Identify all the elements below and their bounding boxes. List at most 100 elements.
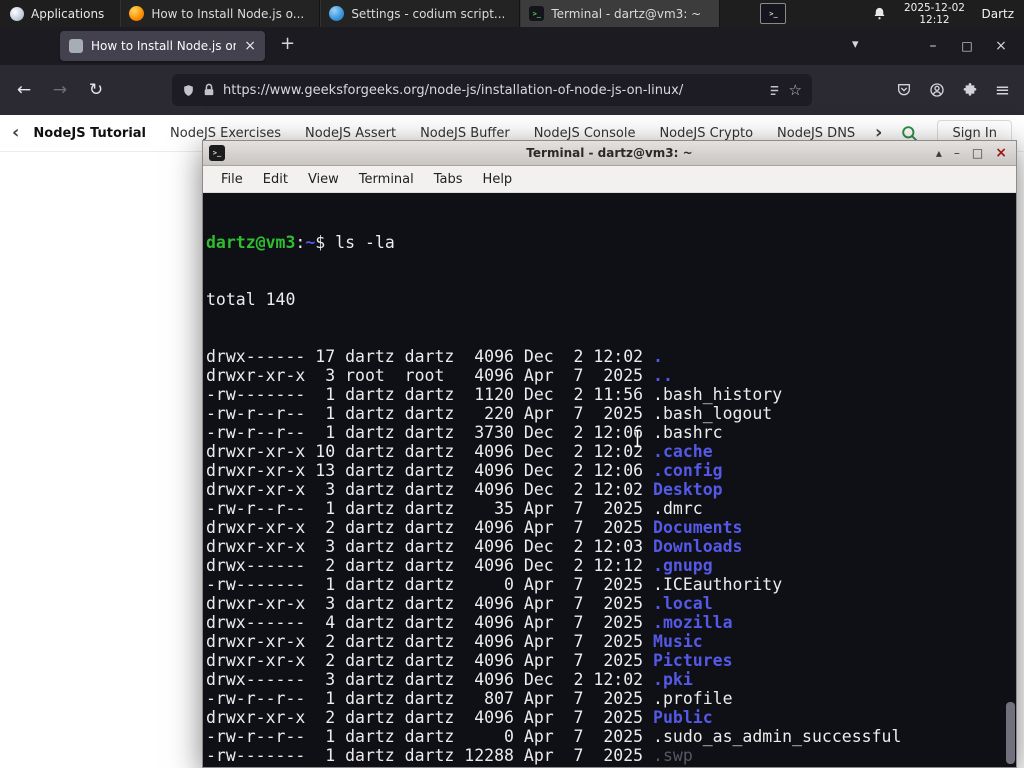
file-name: .pki <box>653 670 693 689</box>
tab-close-icon[interactable]: × <box>244 38 256 54</box>
terminal-listing-line: drwxr-xr-x 2 dartz dartz 4096 Apr 7 2025… <box>206 632 703 651</box>
terminal-listing-line: -rw------- 1 dartz dartz 0 Apr 7 2025 .I… <box>206 575 783 594</box>
gfg-nav-link[interactable]: NodeJS Crypto <box>659 126 753 141</box>
file-name: Pictures <box>653 651 733 670</box>
bookmark-star-icon[interactable]: ☆ <box>789 81 802 99</box>
file-name: .bash_history <box>653 385 783 404</box>
gfg-nav-link[interactable]: NodeJS Exercises <box>170 126 281 141</box>
terminal-scrollbar[interactable] <box>1004 193 1016 767</box>
url-text: https://www.geeksforgeeks.org/node-js/in… <box>223 82 684 98</box>
file-name: Music <box>653 632 703 651</box>
terminal-listing-line: drwxr-xr-x 10 dartz dartz 4096 Dec 2 12:… <box>206 442 713 461</box>
file-name: .config <box>653 461 723 480</box>
file-name: .mozilla <box>653 613 733 632</box>
terminal-listing-line: drwx------ 4 dartz dartz 4096 Apr 7 2025… <box>206 613 733 632</box>
clock[interactable]: 2025-12-02 12:12 <box>901 2 967 26</box>
terminal-menu-tabs[interactable]: Tabs <box>424 172 473 187</box>
pocket-icon[interactable] <box>896 82 912 98</box>
terminal-listing-line: -rw-r--r-- 1 dartz dartz 35 Apr 7 2025 .… <box>206 499 703 518</box>
taskbar-button-label: Settings - codium script... <box>351 6 506 21</box>
terminal-listing-line: drwxr-xr-x 3 root root 4096 Apr 7 2025 .… <box>206 366 673 385</box>
file-name: .bashrc <box>653 423 723 442</box>
prompt-symbol: $ <box>315 233 336 252</box>
terminal-maximize-button[interactable]: □ <box>972 147 983 159</box>
file-name: .sudo_as_admin_successful <box>653 727 902 746</box>
terminal-menu-edit[interactable]: Edit <box>253 172 298 187</box>
terminal-body[interactable]: dartz@vm3:~$ ls -la total 140 drwx------… <box>203 193 1016 767</box>
taskbar-button-codium[interactable]: Settings - codium script... <box>320 0 521 27</box>
desktop: Applications How to Install Node.js o...… <box>0 0 1024 768</box>
file-name: Desktop <box>653 480 723 499</box>
extensions-puzzle-icon[interactable] <box>962 82 978 98</box>
browser-close-button[interactable]: × <box>984 38 1018 54</box>
terminal-output: drwx------ 17 dartz dartz 4096 Dec 2 12:… <box>206 347 1016 767</box>
forward-button[interactable]: → <box>44 74 76 106</box>
prompt-user-host: dartz@vm3 <box>206 233 296 252</box>
command-text: ls -la <box>335 233 395 252</box>
file-name: .profile <box>653 689 733 708</box>
file-name: . <box>653 347 663 366</box>
terminal-listing-line: -rw-r--r-- 1 dartz dartz 3730 Dec 2 12:0… <box>206 423 723 442</box>
prompt-separator: : <box>295 233 306 252</box>
user-menu[interactable]: Dartz <box>981 7 1014 21</box>
gfg-nav-link[interactable]: NodeJS DNS <box>777 126 855 141</box>
prompt-path: ~ <box>305 233 316 252</box>
taskbar-button-firefox[interactable]: How to Install Node.js o... <box>120 0 321 27</box>
file-name: .gnupg <box>653 556 713 575</box>
terminal-menu-view[interactable]: View <box>298 172 349 187</box>
applications-menu-button[interactable]: Applications <box>0 0 114 27</box>
gfg-nav-link[interactable]: NodeJS Assert <box>305 126 396 141</box>
hamburger-menu-icon[interactable]: ≡ <box>995 80 1010 101</box>
taskbar: How to Install Node.js o... Settings - co… <box>120 0 721 27</box>
terminal-listing-line: drwxr-xr-x 3 dartz dartz 4096 Dec 2 12:0… <box>206 480 723 499</box>
gfg-nav-link[interactable]: NodeJS Console <box>534 126 636 141</box>
terminal-listing-line: -rw-r--r-- 1 dartz dartz 807 Apr 7 2025 … <box>206 689 733 708</box>
terminal-window-icon: >_ <box>209 145 225 161</box>
terminal-listing-line: drwx------ 2 dartz dartz 4096 Dec 2 12:1… <box>206 556 713 575</box>
lock-icon[interactable] <box>203 83 215 97</box>
nav-scroll-left-icon[interactable]: ‹ <box>12 124 19 142</box>
terminal-minimize-button[interactable]: – <box>954 147 960 159</box>
terminal-listing-line: drwx------ 17 dartz dartz 4096 Dec 2 12:… <box>206 347 663 366</box>
terminal-menu-terminal[interactable]: Terminal <box>349 172 424 187</box>
terminal-listing-line: drwxr-xr-x 3 dartz dartz 4096 Dec 2 12:0… <box>206 537 743 556</box>
terminal-shade-button[interactable]: ▴ <box>936 147 942 159</box>
terminal-glyph-icon: >_ <box>769 9 778 18</box>
terminal-listing-line: drwxr-xr-x 2 dartz dartz 4096 Apr 7 2025… <box>206 518 743 537</box>
new-tab-button[interactable]: + <box>280 33 295 54</box>
tab-title: How to Install Node.js on <box>91 39 237 53</box>
terminal-titlebar[interactable]: >_ Terminal - dartz@vm3: ~ ▴ – □ × <box>203 141 1016 166</box>
url-bar[interactable]: https://www.geeksforgeeks.org/node-js/in… <box>172 74 812 106</box>
file-name: .. <box>653 366 673 385</box>
gfg-nav-link[interactable]: NodeJS Buffer <box>420 126 510 141</box>
file-name: .cache <box>653 442 713 461</box>
terminal-listing-line: -rw-r--r-- 1 dartz dartz 220 Apr 7 2025 … <box>206 404 773 423</box>
terminal-scrollbar-thumb[interactable] <box>1006 702 1015 764</box>
terminal-close-button[interactable]: × <box>995 146 1007 160</box>
xfce-panel: Applications How to Install Node.js o...… <box>0 0 1024 27</box>
notifications-bell-icon[interactable] <box>872 6 887 21</box>
tray-terminal-icon[interactable]: >_ <box>760 3 787 24</box>
tab-favicon <box>69 39 83 53</box>
file-name: .swp <box>653 746 693 765</box>
file-name: Documents <box>653 518 743 537</box>
account-icon[interactable] <box>929 82 945 98</box>
list-all-tabs-icon[interactable]: ▾ <box>852 37 859 52</box>
terminal-listing-line: drwxr-xr-x 2 dartz dartz 4096 Apr 7 2025… <box>206 708 713 727</box>
reload-button[interactable]: ↻ <box>80 74 112 106</box>
terminal-listing-line: -rw------- 1 dartz dartz 1120 Dec 2 11:5… <box>206 385 783 404</box>
browser-tab[interactable]: How to Install Node.js on × <box>60 31 265 61</box>
terminal-listing-line: -rw------- 1 dartz dartz 12288 Apr 7 202… <box>206 746 693 765</box>
reader-mode-icon[interactable] <box>768 84 781 97</box>
browser-minimize-button[interactable]: – <box>916 38 950 54</box>
browser-maximize-button[interactable]: □ <box>950 39 984 53</box>
file-name: .dmrc <box>653 499 703 518</box>
mouse-cursor-ibeam <box>634 428 641 449</box>
terminal-menu-file[interactable]: File <box>211 172 253 187</box>
tracking-shield-icon[interactable] <box>182 83 195 98</box>
terminal-listing-line: drwxr-xr-x 2 dartz dartz 4096 Apr 7 2025… <box>206 651 733 670</box>
terminal-menu-help[interactable]: Help <box>473 172 523 187</box>
back-button[interactable]: ← <box>8 74 40 106</box>
gfg-nav-link[interactable]: NodeJS Tutorial <box>33 126 146 141</box>
taskbar-button-terminal[interactable]: >_ Terminal - dartz@vm3: ~ <box>520 0 721 27</box>
